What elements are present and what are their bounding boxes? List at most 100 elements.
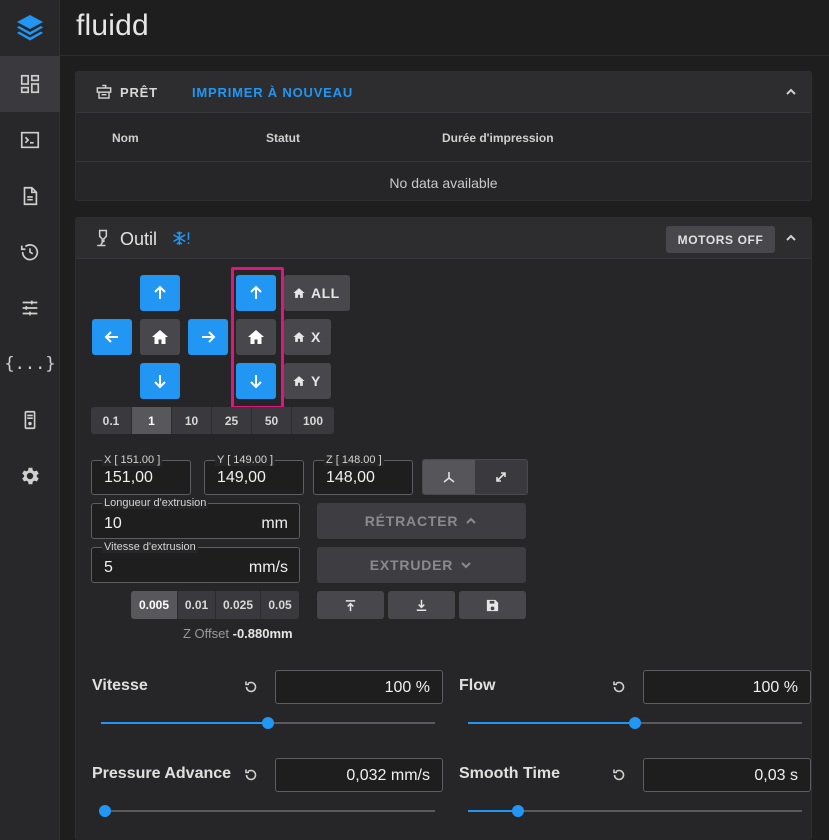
step-option[interactable]: 0.1 [91,407,132,434]
z-step-option[interactable]: 0.05 [261,591,299,619]
extrude-length-field[interactable]: Longueur d'extrusion 10 mm [91,497,300,539]
sidebar: {...} [0,0,60,840]
extrude-speed-field[interactable]: Vitesse d'extrusion 5 mm/s [91,541,300,583]
chevron-up-icon[interactable] [783,230,799,246]
jog-y-minus-button[interactable] [140,363,180,399]
slider-track [105,810,435,812]
slider-thumb[interactable] [512,805,525,817]
save-z-offset-button[interactable] [459,591,526,619]
cooling-warning-icon[interactable] [170,229,192,249]
extrude-speed-label: Vitesse d'extrusion [102,541,198,553]
z-step-option[interactable]: 0.025 [216,591,261,619]
step-option[interactable]: 1 [132,407,172,434]
extrude-length-unit: mm [261,515,288,532]
slider-thumb[interactable] [99,805,111,817]
pressure-advance-input[interactable]: 0,032 mm/s [275,758,443,792]
pressure-advance-slider[interactable] [99,805,435,817]
slider-fill [468,810,519,812]
home-y-button[interactable]: Y [284,363,331,399]
step-option[interactable]: 10 [172,407,212,434]
speed-slider[interactable] [101,717,435,729]
jog-x-plus-button[interactable] [188,319,228,355]
diagonal-arrows-icon [496,472,506,482]
home-all-label: ALL [311,285,340,301]
z-offset-value: -0.880mm [232,626,293,641]
home-icon [293,332,305,342]
file-icon[interactable] [0,168,60,224]
move-mode-toggle [422,459,528,495]
flow-slider[interactable] [468,717,802,729]
reprint-button[interactable]: IMPRIMER À NOUVEAU [192,85,353,100]
speed-value[interactable]: 100 % [385,679,430,697]
pressure-advance-value[interactable]: 0,032 mm/s [346,767,430,785]
jog-x-minus-button[interactable] [92,319,132,355]
step-option[interactable]: 100 [292,407,334,434]
speed-label: Vitesse [92,677,148,694]
y-position-label: Y [ 149.00 ] [215,454,276,466]
motors-off-button[interactable]: MOTORS OFF [666,226,775,253]
extrude-label: EXTRUDER [369,557,454,573]
extrude-speed-value[interactable]: 5 [104,559,113,577]
relative-mode-button[interactable] [475,460,527,494]
extrude-button[interactable]: EXTRUDER [317,547,526,583]
reset-icon[interactable] [243,679,259,695]
printer-status-icon [96,84,112,99]
speed-input[interactable]: 100 % [275,670,443,704]
z-position-value[interactable]: 148,00 [326,469,375,487]
smooth-time-slider[interactable] [468,805,802,817]
flow-input[interactable]: 100 % [643,670,811,704]
home-y-label: Y [311,373,321,389]
z-offset-down-button[interactable] [388,591,455,619]
retract-button[interactable]: RÉTRACTER [317,503,526,539]
step-option[interactable]: 25 [212,407,252,434]
smooth-time-label: Smooth Time [459,765,561,782]
x-position-value[interactable]: 151,00 [104,469,153,487]
y-position-field[interactable]: Y [ 149.00 ] 149,00 [204,454,304,495]
raise-icon [345,599,356,611]
column-duration[interactable]: Durée d'impression [442,131,554,145]
console-icon[interactable] [0,112,60,168]
extrude-speed-unit: mm/s [248,559,288,576]
settings-icon[interactable] [0,448,60,504]
printer-icon[interactable] [0,392,60,448]
status-card-header: PRÊT IMPRIMER À NOUVEAU [76,72,811,113]
slider-thumb[interactable] [262,717,274,729]
history-icon[interactable] [0,224,60,280]
x-position-label: X [ 151.00 ] [102,454,163,466]
x-position-field[interactable]: X [ 151.00 ] 151,00 [91,454,191,495]
step-option[interactable]: 50 [252,407,292,434]
tune-icon[interactable] [0,280,60,336]
macros-icon[interactable]: {...} [0,336,60,392]
slider-thumb[interactable] [629,717,641,729]
column-name[interactable]: Nom [112,131,139,145]
y-position-value[interactable]: 149,00 [217,469,266,487]
smooth-time-input[interactable]: 0,03 s [643,758,811,792]
jog-y-plus-button[interactable] [140,275,180,311]
app-bar: fluidd [60,0,829,56]
z-position-field[interactable]: Z [ 148.00 ] 148,00 [313,454,413,495]
home-all-button[interactable]: ALL [284,275,350,311]
extrude-length-value[interactable]: 10 [104,515,122,533]
axes-icon [443,472,455,483]
reset-icon[interactable] [611,767,627,783]
dashboard-icon[interactable] [0,56,60,112]
flow-value[interactable]: 100 % [753,679,798,697]
home-x-button[interactable]: X [284,319,331,355]
chevron-up-icon[interactable] [783,84,799,100]
chevron-down-icon [461,562,471,569]
jog-step-group: 0.1 1 10 25 50 100 [91,407,334,434]
z-step-option[interactable]: 0.01 [178,591,216,619]
home-xy-button[interactable] [140,319,180,355]
axis-mode-button[interactable] [423,460,475,494]
z-offset-up-button[interactable] [317,591,384,619]
reset-icon[interactable] [611,679,627,695]
fluidd-logo-icon[interactable] [0,0,60,56]
retract-label: RÉTRACTER [364,513,459,529]
column-status[interactable]: Statut [266,131,300,145]
status-card: PRÊT IMPRIMER À NOUVEAU Nom Statut Durée… [75,71,812,201]
reset-icon[interactable] [243,767,259,783]
z-offset-readout: Z Offset -0.880mm [183,626,293,641]
tool-icon [97,229,108,247]
smooth-time-value[interactable]: 0,03 s [754,767,798,785]
z-step-option[interactable]: 0.005 [131,591,178,619]
